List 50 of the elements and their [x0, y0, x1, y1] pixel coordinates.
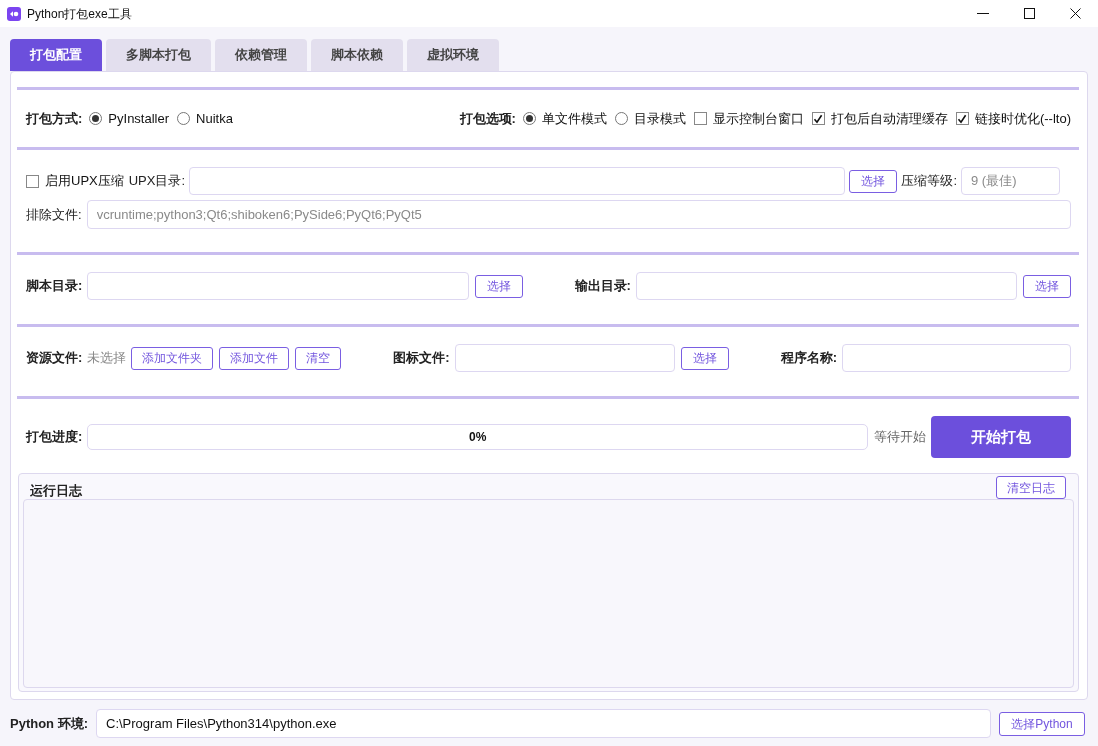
radio-option[interactable]: PyInstaller [89, 108, 170, 129]
radio-option[interactable]: 目录模式 [614, 108, 686, 129]
checkbox-option[interactable]: 显示控制台窗口 [693, 108, 804, 129]
icon-file-field[interactable] [454, 344, 675, 372]
checkbox-option[interactable]: 启用UPX压缩 [26, 171, 124, 191]
select-button[interactable]: 选择 [474, 274, 523, 298]
field-label: UPX目录: [128, 172, 186, 191]
tab[interactable]: 打包配置 [10, 39, 102, 71]
field-label: 打包选项: [459, 109, 516, 128]
radio-option[interactable]: Nuitka [177, 108, 233, 129]
checkbox-option[interactable]: 链接时优化(--lto) [955, 108, 1071, 129]
progress-reading: 0% [469, 429, 487, 446]
window-title: Python打包exe工具 [27, 5, 132, 23]
close-icon [1069, 8, 1081, 19]
directory-field[interactable] [635, 272, 1017, 300]
tab[interactable]: 依赖管理 [215, 39, 307, 71]
app-logo-icon [7, 6, 21, 21]
program-name-field[interactable] [842, 344, 1071, 372]
start-button[interactable]: 开始打包 [931, 416, 1071, 458]
directory-field[interactable] [87, 272, 469, 300]
resource-button[interactable]: 添加文件夹 [131, 346, 214, 370]
select-button[interactable]: 选择 [680, 346, 729, 370]
field-label: 排除文件: [26, 205, 82, 224]
resource-button[interactable]: 清空 [295, 346, 342, 370]
field-label: Python 环境: [10, 714, 88, 733]
field-label: 程序名称: [780, 349, 838, 368]
select-button[interactable]: 选择 [1023, 274, 1071, 298]
minimize-icon [977, 13, 989, 14]
select-python-button[interactable]: 选择Python [999, 711, 1085, 736]
checkbox-option[interactable]: 打包后自动清理缓存 [811, 108, 948, 129]
field-label: 输出目录: [574, 277, 631, 296]
field-label: 打包方式: [26, 109, 83, 128]
log-title: 运行日志 [30, 481, 82, 500]
field-label: 图标文件: [393, 349, 450, 368]
maximize-icon [1023, 8, 1035, 19]
field-label: 压缩等级: [901, 172, 957, 191]
clear-log-button[interactable]: 清空日志 [996, 476, 1066, 499]
python-path-field[interactable]: C:\Program Files\Python314\python.exe [96, 709, 991, 738]
progress-status: 等待开始 [874, 428, 926, 447]
tab[interactable]: 脚本依赖 [311, 39, 403, 71]
radio-option[interactable]: 单文件模式 [522, 108, 607, 129]
resource-button[interactable]: 添加文件 [219, 346, 290, 370]
field-label: 打包进度: [26, 428, 83, 447]
tab[interactable]: 多脚本打包 [106, 39, 211, 71]
select-button[interactable]: 选择 [849, 169, 898, 193]
field-label: 脚本目录: [26, 277, 83, 296]
upx-dir-field[interactable] [189, 167, 846, 195]
field-label: 资源文件: [26, 349, 83, 368]
tab[interactable]: 虚拟环境 [407, 39, 499, 71]
resource-status: 未选择 [87, 349, 127, 368]
